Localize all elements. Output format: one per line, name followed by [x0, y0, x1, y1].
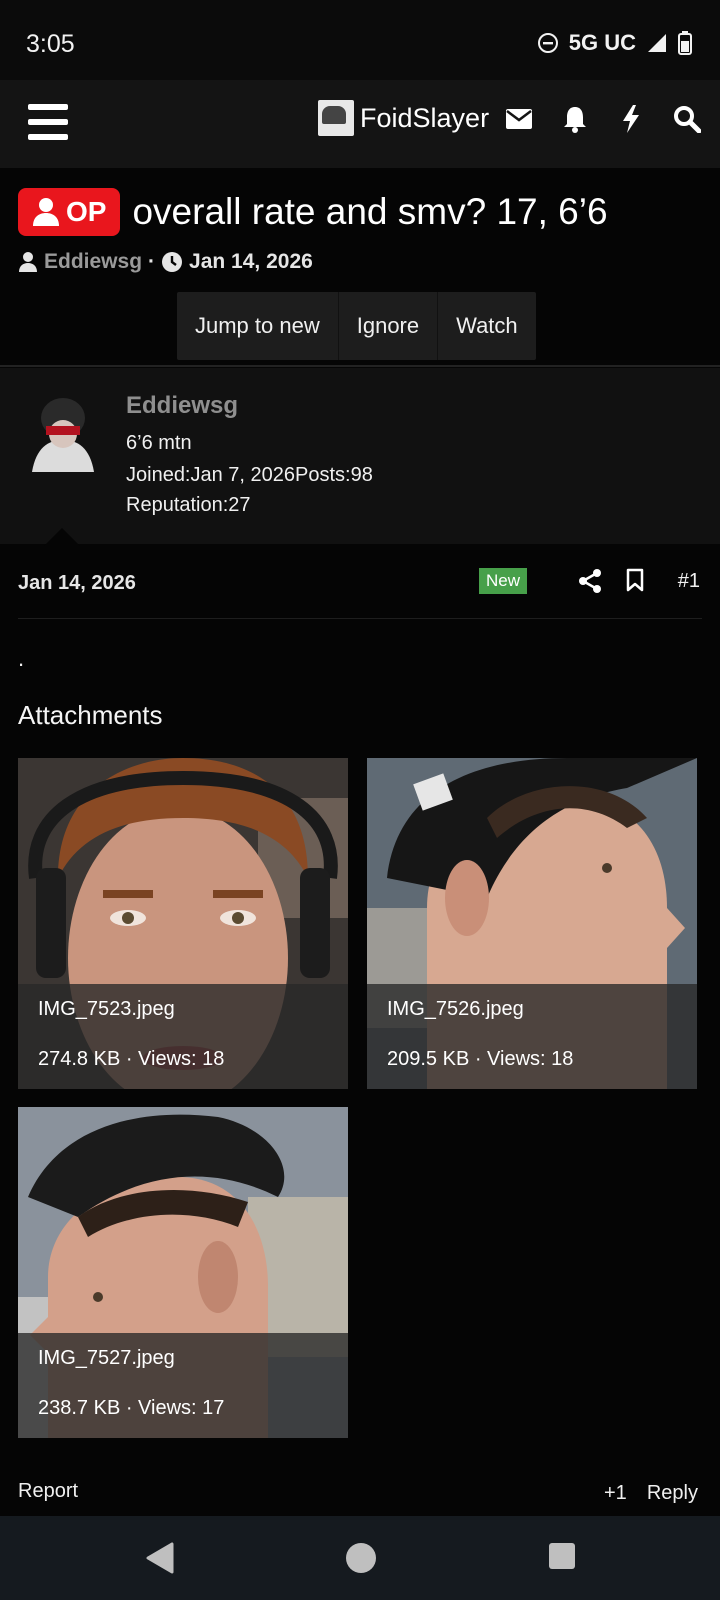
- posts-value: 98: [350, 464, 373, 486]
- share-icon[interactable]: [578, 568, 602, 599]
- envelope-icon[interactable]: [504, 104, 534, 134]
- header-icons: [504, 104, 702, 134]
- post-footer: Report +1 Reply: [18, 1480, 702, 1510]
- attachment-filename[interactable]: IMG_7523.jpeg: [38, 998, 175, 1021]
- post-separator: [18, 618, 702, 619]
- thread-author-link[interactable]: Eddiewsg: [44, 250, 142, 274]
- post-author-name[interactable]: Eddiewsg: [126, 392, 238, 420]
- bookmark-icon[interactable]: [626, 568, 644, 597]
- thread-title: overall rate and smv? 17, 6’6: [132, 191, 608, 232]
- status-icons: 5G UC: [537, 30, 692, 56]
- reputation-value: 27: [228, 494, 251, 516]
- thread-meta: Eddiewsg · Jan 14, 2026: [18, 250, 313, 274]
- user-stats: Joined:Jan 7, 2026Posts:98: [126, 464, 373, 487]
- attachment-thumbnail[interactable]: IMG_7527.jpeg 238.7 KB · Views: 17: [18, 1107, 348, 1438]
- op-badge: OP: [18, 188, 121, 236]
- plus-one-button[interactable]: +1: [604, 1482, 627, 1505]
- brand-name: FoidSlayer: [360, 102, 490, 133]
- attachment-caption: IMG_7523.jpeg 274.8 KB · Views: 18: [18, 984, 348, 1089]
- attachment-caption: IMG_7526.jpeg 209.5 KB · Views: 18: [367, 984, 697, 1089]
- attachment-meta: 274.8 KB · Views: 18: [38, 1048, 225, 1070]
- user-icon: [19, 252, 37, 272]
- watch-button[interactable]: Watch: [438, 292, 536, 360]
- signal-icon: [648, 34, 666, 52]
- attachments-heading: Attachments: [18, 700, 163, 730]
- reputation-label: Reputation:: [126, 494, 229, 516]
- thread-date[interactable]: Jan 14, 2026: [189, 250, 313, 274]
- status-bar: 3:05 5G UC: [0, 0, 720, 80]
- posts-label: Posts:: [295, 464, 351, 486]
- reply-button[interactable]: Reply: [647, 1482, 698, 1505]
- post-body: .: [18, 646, 25, 671]
- system-nav-bar: [0, 1516, 720, 1600]
- site-header: FoidSlayer: [0, 80, 720, 168]
- thread-title-row: OP overall rate and smv? 17, 6’6: [18, 188, 608, 236]
- user-reputation: Reputation:27: [126, 494, 251, 517]
- post-header: Jan 14, 2026 New #1: [18, 568, 702, 618]
- bolt-icon[interactable]: [616, 104, 646, 134]
- meta-separator: ·: [148, 250, 156, 273]
- post-number[interactable]: #1: [678, 570, 700, 593]
- search-icon[interactable]: [672, 104, 702, 134]
- attachment-filename[interactable]: IMG_7527.jpeg: [38, 1347, 175, 1370]
- back-icon[interactable]: [146, 1542, 174, 1579]
- attachment-caption: IMG_7527.jpeg 238.7 KB · Views: 17: [18, 1333, 348, 1438]
- clock-icon: [162, 252, 183, 272]
- attachment-filename[interactable]: IMG_7526.jpeg: [387, 998, 524, 1021]
- menu-icon[interactable]: [28, 102, 68, 142]
- attachment-meta: 209.5 KB · Views: 18: [387, 1048, 574, 1070]
- thread-action-bar: Jump to new Ignore Watch: [177, 292, 536, 360]
- joined-label: Joined:: [126, 464, 191, 486]
- brand-link[interactable]: FoidSlayer: [318, 100, 489, 136]
- user-icon: [33, 198, 59, 226]
- post-user-panel: Eddiewsg 6’6 mtn Joined:Jan 7, 2026Posts…: [0, 368, 720, 544]
- attachment-thumbnail[interactable]: IMG_7523.jpeg 274.8 KB · Views: 18: [18, 758, 348, 1089]
- new-badge: New: [479, 568, 528, 594]
- joined-value: Jan 7, 2026: [190, 464, 296, 486]
- report-link[interactable]: Report: [18, 1480, 78, 1503]
- jump-to-new-button[interactable]: Jump to new: [177, 292, 339, 360]
- post-date[interactable]: Jan 14, 2026: [18, 572, 136, 595]
- bell-icon[interactable]: [560, 104, 590, 134]
- ignore-button[interactable]: Ignore: [339, 292, 439, 360]
- panel-pointer: [44, 528, 80, 546]
- attachment-meta: 238.7 KB · Views: 17: [38, 1397, 225, 1419]
- recents-icon[interactable]: [548, 1542, 576, 1575]
- status-time: 3:05: [26, 30, 75, 58]
- divider: [0, 365, 720, 367]
- op-label: OP: [66, 196, 107, 227]
- do-not-disturb-icon: [537, 33, 558, 53]
- brand-logo-icon: [318, 100, 354, 136]
- network-label: 5G UC: [568, 30, 636, 55]
- battery-icon: [678, 31, 692, 55]
- attachment-thumbnail[interactable]: IMG_7526.jpeg 209.5 KB · Views: 18: [367, 758, 697, 1089]
- avatar[interactable]: [22, 388, 104, 472]
- home-icon[interactable]: [345, 1542, 377, 1579]
- user-title: 6’6 mtn: [126, 432, 192, 454]
